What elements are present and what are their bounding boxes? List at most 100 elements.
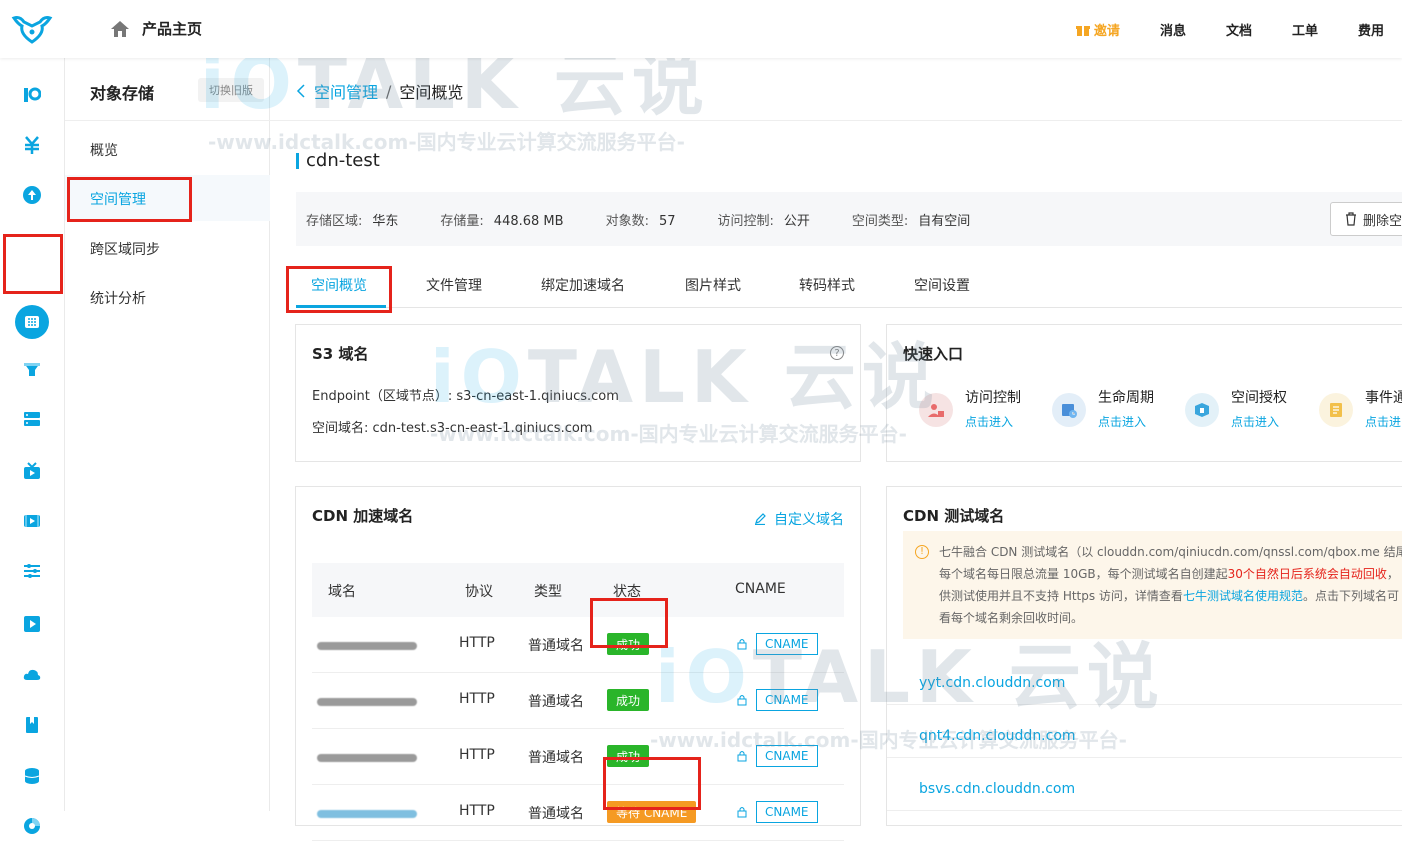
qiniu-logo[interactable] [10, 12, 54, 46]
delete-bucket-button[interactable]: 删除空 [1330, 202, 1402, 236]
rail-billing-icon[interactable] [19, 132, 45, 158]
test-domain-item[interactable]: qnt4.cdn.clouddn.com [887, 705, 1402, 758]
s3-domain-card: S3 域名 ? Endpoint（区域节点）: s3-cn-east-1.qin… [295, 324, 861, 462]
quick-access-card: 快速入口 访问控制 点击进入 生命周期 点击进入 空间授权 点击进入 事件通 点… [886, 324, 1402, 462]
rail-dashboard-icon[interactable] [19, 82, 45, 108]
switch-old-version-button[interactable]: 切换旧版 [198, 78, 264, 102]
product-home-link[interactable]: 产品主页 [110, 18, 202, 39]
help-icon[interactable]: ? [830, 346, 844, 360]
col-cname: CNAME [735, 581, 786, 597]
lock-icon [737, 639, 747, 650]
side-item-statistics[interactable]: 统计分析 [90, 288, 146, 308]
cname-button[interactable]: CNAME [756, 801, 818, 823]
quick-authorization[interactable]: 空间授权 点击进入 [1185, 383, 1315, 433]
redacted-domain[interactable] [317, 698, 417, 706]
quick-event-notify-label: 事件通 [1365, 390, 1402, 406]
breadcrumb-divider [270, 120, 1402, 121]
test-domain-link[interactable]: yyt.cdn.clouddn.com [919, 675, 1065, 691]
quick-access-control[interactable]: 访问控制 点击进入 [919, 383, 1049, 433]
cname-button[interactable]: CNAME [756, 745, 818, 767]
rail-cloud-icon[interactable] [19, 662, 45, 688]
rail-cdn-icon[interactable] [19, 356, 45, 382]
messages-link[interactable]: 消息 [1160, 20, 1186, 39]
test-domain-link[interactable]: qnt4.cdn.clouddn.com [919, 728, 1076, 744]
billing-link[interactable]: 费用 [1358, 20, 1384, 39]
test-domain-item[interactable]: bsvs.cdn.clouddn.com [887, 758, 1402, 811]
quick-access-control-label: 访问控制 [965, 390, 1021, 406]
quick-lifecycle-link[interactable]: 点击进入 [1098, 413, 1146, 430]
s3-domain-line: 空间域名: cdn-test.s3-cn-east-1.qiniucs.com [312, 417, 592, 436]
invite-link[interactable]: 邀请 [1075, 20, 1120, 39]
rail-live-icon[interactable] [19, 458, 45, 484]
test-domain-rules-link[interactable]: 七牛测试域名使用规范 [1183, 589, 1303, 603]
info-type-value: 自有空间 [918, 213, 971, 229]
rail-bookmark-icon[interactable] [19, 712, 45, 738]
side-item-overview[interactable]: 概览 [90, 140, 118, 160]
col-domain: 域名 [328, 584, 356, 600]
row-type: 普通域名 [528, 750, 584, 766]
row-type: 普通域名 [528, 694, 584, 710]
cname-button[interactable]: CNAME [756, 633, 818, 655]
test-domain-item[interactable]: yyt.cdn.clouddn.com [887, 652, 1402, 705]
tickets-link[interactable]: 工单 [1292, 20, 1318, 39]
quick-authorization-link[interactable]: 点击进入 [1231, 413, 1279, 430]
rail-video-icon[interactable] [19, 508, 45, 534]
active-tab-underline [296, 305, 386, 308]
tab-transcode-styles[interactable]: 转码样式 [799, 275, 855, 295]
back-chevron-icon[interactable] [296, 84, 306, 98]
rail-database-icon[interactable] [19, 763, 45, 789]
cname-button[interactable]: CNAME [756, 689, 818, 711]
tab-bucket-settings[interactable]: 空间设置 [914, 275, 970, 295]
row-type: 普通域名 [528, 638, 584, 654]
notice-line-2: 每个域名每日限总流量 10GB，每个测试域名自创建起30个自然日后系统会自动回收… [939, 563, 1402, 585]
invite-label: 邀请 [1093, 24, 1120, 39]
side-item-bucket-management[interactable]: 空间管理 [90, 189, 146, 209]
rail-media-play-icon[interactable] [19, 611, 45, 637]
notice-line-3-end: 。点击下列域名可 [1302, 589, 1399, 603]
tab-bind-domain[interactable]: 绑定加速域名 [541, 275, 625, 295]
rail-upload-icon[interactable] [19, 182, 45, 208]
trash-icon [1346, 212, 1356, 226]
table-row: HTTP 普通域名 成功 CNAME [312, 617, 844, 673]
status-badge: 成功 [607, 633, 650, 655]
docs-link[interactable]: 文档 [1226, 20, 1252, 39]
rail-storage-overlay-20 [19, 302, 45, 328]
rail-analytics-icon[interactable] [19, 813, 45, 839]
side-item-cross-region-sync[interactable]: 跨区域同步 [90, 239, 160, 259]
rail-settings-sliders-icon[interactable] [19, 558, 45, 584]
info-access-label: 访问控制: [717, 213, 774, 229]
warning-icon: ! [915, 545, 929, 559]
s3-domain-value: cdn-test.s3-cn-east-1.qiniucs.com [372, 421, 593, 436]
breadcrumb-parent[interactable]: 空间管理 [314, 79, 378, 103]
info-objects-value: 57 [658, 213, 676, 229]
breadcrumb-separator: / [386, 81, 392, 101]
notice-recycle-warning: 30个自然日后系统会自动回收 [1227, 567, 1387, 581]
quick-event-notify[interactable]: 事件通 点击进 [1319, 383, 1402, 433]
info-access-value: 公开 [783, 213, 810, 229]
delete-bucket-label: 删除空 [1363, 213, 1402, 229]
tab-file-management[interactable]: 文件管理 [426, 275, 482, 295]
cdn-table-header: 域名 协议 类型 状态 CNAME [312, 563, 844, 617]
test-domain-notice: ! 七牛融合 CDN 测试域名（以 clouddn.com/qiniucdn.c… [903, 531, 1402, 639]
col-status: 状态 [613, 584, 641, 600]
rail-dedicated-icon[interactable] [19, 406, 45, 432]
row-protocol: HTTP [459, 747, 495, 763]
quick-access-control-link[interactable]: 点击进入 [965, 413, 1013, 430]
redacted-domain[interactable] [317, 754, 417, 762]
lock-icon [737, 751, 747, 762]
s3-endpoint-value: s3-cn-east-1.qiniucs.com [456, 389, 619, 404]
redacted-domain[interactable] [317, 642, 417, 650]
quick-lifecycle[interactable]: 生命周期 点击进入 [1052, 383, 1182, 433]
notice-line-1: 七牛融合 CDN 测试域名（以 clouddn.com/qiniucdn.com… [939, 545, 1402, 559]
quick-access-title: 快速入口 [903, 345, 964, 363]
tab-image-styles[interactable]: 图片样式 [685, 275, 741, 295]
event-doc-icon [1319, 393, 1353, 427]
custom-domain-link[interactable]: 自定义域名 [754, 509, 844, 529]
row-type: 普通域名 [528, 806, 584, 822]
redacted-domain[interactable] [317, 810, 417, 818]
status-badge: 成功 [607, 745, 650, 767]
top-bar: 产品主页 邀请 消息 文档 工单 费用 [0, 0, 1402, 58]
test-domain-link[interactable]: bsvs.cdn.clouddn.com [919, 781, 1075, 797]
quick-event-notify-link[interactable]: 点击进 [1365, 413, 1401, 430]
tab-overview[interactable]: 空间概览 [311, 275, 367, 295]
